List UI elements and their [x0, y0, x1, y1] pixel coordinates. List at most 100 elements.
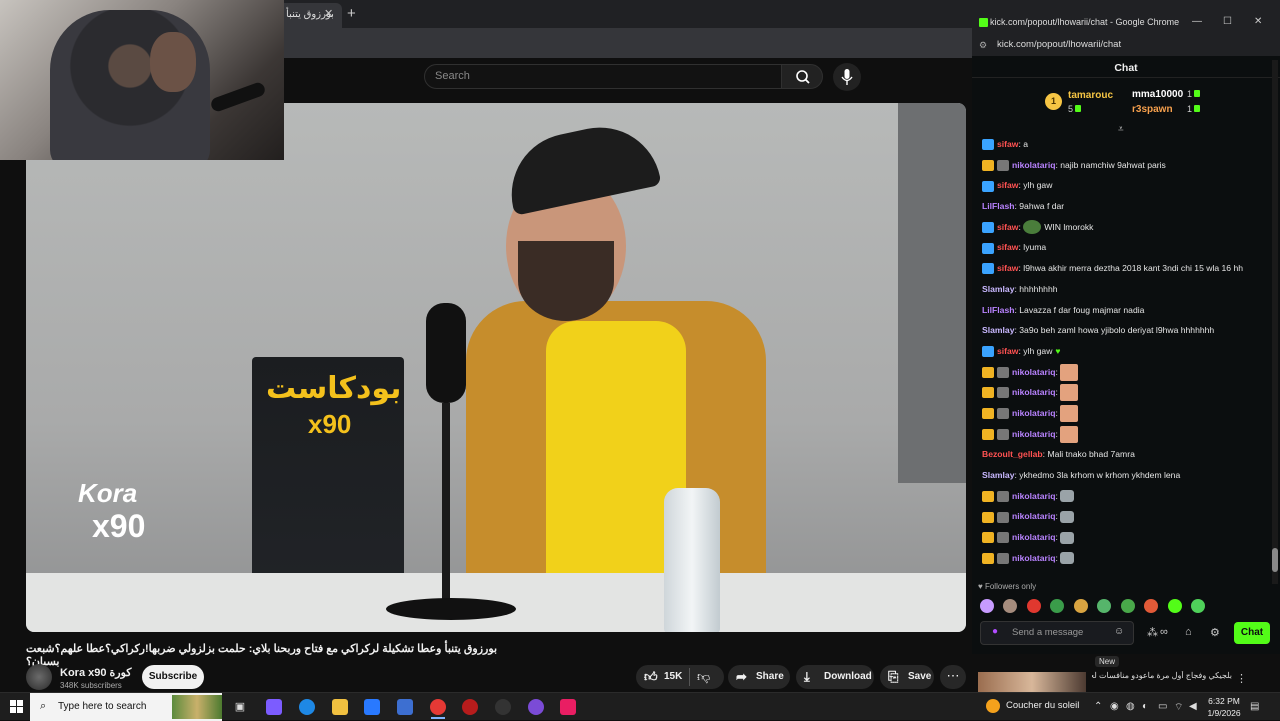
tray-app-icon[interactable]: ◍	[1126, 701, 1135, 712]
clock[interactable]: 6:32 PM 1/9/2026	[1204, 695, 1244, 719]
maximize-icon[interactable]: ☐	[1223, 16, 1232, 27]
notification-icon[interactable]: ▤	[1250, 701, 1259, 712]
chat-username[interactable]: nikolatariq	[1012, 532, 1055, 542]
emote-icon[interactable]	[1097, 598, 1112, 613]
chat-username[interactable]: nikolatariq	[1012, 553, 1055, 563]
chat-username[interactable]: sifaw	[997, 180, 1019, 190]
chat-username[interactable]: sifaw	[997, 139, 1019, 149]
share-button[interactable]: ➦ Share	[728, 665, 790, 689]
volume-icon[interactable]: ◀	[1189, 701, 1197, 712]
save-button[interactable]: ⎘ Save	[880, 665, 934, 689]
chat-message: Slamlay: ykhedmo 3la krhom w krhom ykhde…	[982, 465, 1272, 486]
chat-send-button[interactable]: Chat	[1234, 622, 1270, 644]
chat-text: Lavazza f dar foug majmar nadia	[1019, 304, 1145, 315]
chrome-icon[interactable]	[430, 699, 446, 715]
chat-username[interactable]: LilFlash	[982, 305, 1014, 315]
minimize-icon[interactable]: —	[1192, 16, 1202, 27]
rewards-icon[interactable]: ⁂	[1147, 626, 1158, 639]
search-input[interactable]: Search	[424, 64, 782, 89]
tray-chevron-icon[interactable]: ⌃	[1094, 701, 1102, 712]
chat-message: nikolatariq:	[982, 403, 1272, 424]
more-vertical-icon[interactable]: ⋮	[1236, 672, 1247, 685]
emoji-icon[interactable]: ☺	[1114, 626, 1124, 637]
thumbs-down-icon[interactable]: 👎︎	[697, 665, 710, 689]
new-tab-icon[interactable]: +	[347, 5, 356, 22]
emote-icon[interactable]	[980, 598, 994, 613]
chat-username[interactable]: Slamlay	[982, 325, 1015, 335]
emote-icon[interactable]	[1003, 598, 1018, 613]
chat-username[interactable]: sifaw	[997, 346, 1019, 356]
weather-text[interactable]: Coucher du soleil	[1006, 700, 1079, 711]
download-label: Download	[824, 671, 872, 682]
chat-username[interactable]: nikolatariq	[1012, 160, 1055, 170]
chat-message: sifaw: a	[982, 134, 1272, 155]
chat-username[interactable]: nikolatariq	[1012, 367, 1055, 377]
face-emote-icon	[1060, 363, 1079, 381]
video-host	[466, 116, 786, 631]
chat-header: Chat	[972, 56, 1280, 78]
top-gifter-name[interactable]: tamarouc	[1068, 90, 1113, 101]
battery-icon[interactable]: ▭	[1158, 701, 1167, 712]
site-info-icon[interactable]: ⚙	[979, 40, 987, 51]
scrollbar-thumb[interactable]	[1272, 548, 1278, 572]
chat-username[interactable]: nikolatariq	[1012, 429, 1055, 439]
emote-icon[interactable]	[1120, 598, 1135, 613]
app-icon[interactable]	[397, 699, 413, 715]
edge-icon[interactable]	[299, 699, 315, 715]
file-explorer-icon[interactable]	[332, 699, 348, 715]
chat-username[interactable]: sifaw	[997, 222, 1019, 232]
chat-username[interactable]: Bezoult_gellab	[982, 449, 1043, 459]
chat-username[interactable]: Slamlay	[982, 470, 1015, 480]
chat-username[interactable]: nikolatariq	[1012, 408, 1055, 418]
like-button[interactable]: 👍︎ 15K	[636, 665, 724, 689]
network-icon[interactable]: ⌔	[1174, 701, 1183, 714]
scrollbar[interactable]	[1272, 60, 1278, 584]
start-button[interactable]	[10, 700, 23, 713]
pin-icon[interactable]: ●	[992, 626, 998, 637]
channel-name[interactable]: Kora x90 كورة	[60, 666, 132, 679]
emote-icon[interactable]	[1167, 598, 1182, 613]
search-button[interactable]	[781, 64, 823, 89]
url-bar[interactable]: kick.com/popout/lhowarii/chat	[972, 36, 1280, 56]
shop-icon[interactable]: ⌂	[1185, 626, 1192, 638]
tray-app-icon[interactable]: ◉	[1110, 701, 1119, 712]
top-gifter-name[interactable]: r3spawn	[1132, 104, 1173, 115]
video-player[interactable]: بودكاست x90 Kora x90	[26, 103, 966, 632]
chat-username[interactable]: sifaw	[997, 263, 1019, 273]
download-button[interactable]: ⤓ Download	[796, 665, 874, 689]
infinity-icon[interactable]: ∞	[1160, 626, 1168, 638]
app-icon[interactable]	[528, 699, 544, 715]
subscribe-button[interactable]: Subscribe	[142, 665, 204, 689]
settings-icon[interactable]: ⚙	[1210, 626, 1220, 639]
chat-message: LilFlash: Lavazza f dar foug majmar nadi…	[982, 300, 1272, 321]
recommended-video-preview[interactable]: New بلجيكي وفجاج أول مرة ماعودو منافسات …	[972, 654, 1280, 692]
close-icon[interactable]: ✕	[324, 7, 333, 20]
app-icon[interactable]	[560, 699, 576, 715]
news-thumbnail[interactable]	[978, 672, 1086, 692]
news-title[interactable]: بلجيكي وفجاج أول مرة ماعودو منافسات لحري…	[1092, 671, 1232, 680]
chat-username[interactable]: Slamlay	[982, 284, 1015, 294]
voice-search-button[interactable]	[833, 63, 861, 91]
channel-avatar[interactable]	[26, 664, 52, 690]
chat-username[interactable]: nikolatariq	[1012, 491, 1055, 501]
emote-icon[interactable]	[1191, 598, 1206, 613]
chat-username[interactable]: LilFlash	[982, 201, 1014, 211]
chat-username[interactable]: nikolatariq	[1012, 511, 1055, 521]
weather-icon[interactable]	[986, 699, 1000, 713]
app-icon[interactable]	[462, 699, 478, 715]
store-icon[interactable]	[364, 699, 380, 715]
tray-app-icon[interactable]: ◐	[1142, 701, 1148, 712]
emote-icon[interactable]	[1144, 598, 1159, 613]
copilot-icon[interactable]	[266, 699, 282, 715]
emote-icon[interactable]	[1073, 598, 1088, 613]
chat-username[interactable]: sifaw	[997, 242, 1019, 252]
app-icon[interactable]	[495, 699, 511, 715]
emote-icon[interactable]	[1050, 598, 1065, 613]
more-actions-button[interactable]: ⋯	[940, 665, 966, 689]
task-view-icon[interactable]: ▣	[232, 699, 248, 715]
top-gifter-name[interactable]: mma10000	[1132, 89, 1183, 100]
chat-username[interactable]: nikolatariq	[1012, 387, 1055, 397]
chat-message-input[interactable]: Send a message	[980, 621, 1134, 645]
emote-icon[interactable]	[1026, 598, 1041, 613]
close-window-icon[interactable]: ✕	[1254, 16, 1262, 27]
